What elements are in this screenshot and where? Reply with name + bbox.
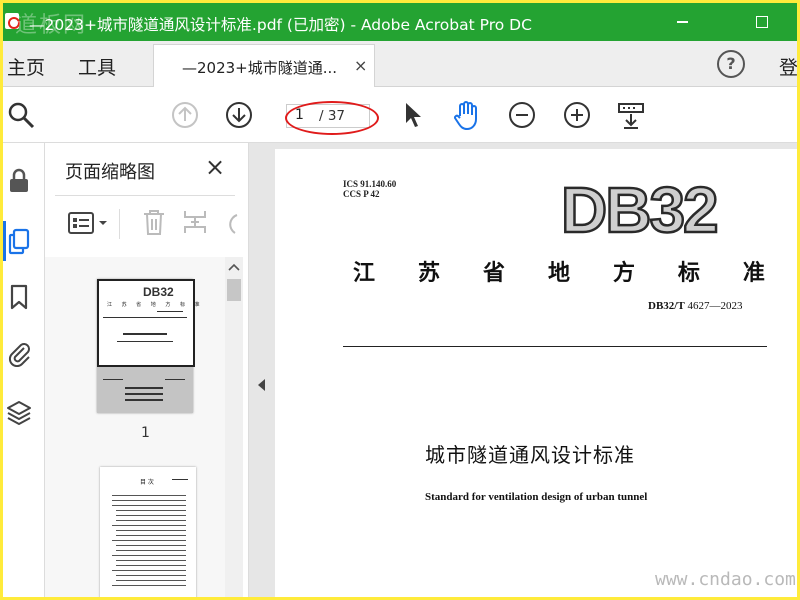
document-title-en: Standard for ventilation design of urban… [425, 491, 648, 503]
search-icon[interactable] [7, 101, 35, 129]
header-rule [343, 346, 767, 347]
thumb-line [116, 580, 186, 581]
close-tab-icon[interactable]: × [354, 56, 367, 75]
thumb-toc-title: 目 次 [140, 479, 154, 486]
thumb-line [112, 540, 186, 541]
heading-char: 方 [612, 260, 635, 286]
scroll-up-icon[interactable] [227, 261, 241, 273]
document-viewport[interactable]: ICS 91.140.60 CCS P 42 DB32 江 苏 省 地 方 标 … [249, 143, 797, 597]
thumbnail-panel: 页面缩略图 × DB32 江 苏 省 地 方 标 准 1 目 次 [45, 143, 249, 597]
zoom-out-icon[interactable] [508, 101, 536, 129]
layers-icon[interactable] [5, 399, 33, 427]
heading-char: 标 [677, 260, 700, 286]
thumb-line [116, 515, 186, 516]
thumb-line [112, 525, 186, 526]
zoom-in-icon[interactable] [563, 101, 591, 129]
thumb-line [112, 570, 186, 571]
thumb-line [112, 505, 186, 506]
heading-char: 地 [547, 260, 570, 286]
thumb-line [125, 387, 163, 389]
thumb-line [116, 520, 186, 521]
toolbar-divider [119, 209, 120, 239]
document-tab[interactable]: —2023+城市隧道通... × [153, 44, 375, 87]
thumb-line [112, 495, 186, 496]
select-tool-icon[interactable] [403, 101, 425, 129]
window-title: —2023+城市隧道通风设计标准.pdf (已加密) - Adobe Acrob… [29, 16, 532, 34]
thumb-line [116, 530, 186, 531]
thumb-footer [97, 367, 193, 413]
tab-bar: 主页 工具 —2023+城市隧道通... × ? 登 [3, 41, 797, 87]
pdf-page: ICS 91.140.60 CCS P 42 DB32 江 苏 省 地 方 标 … [275, 149, 797, 597]
thumb-line [165, 379, 185, 380]
thumb-line [125, 399, 163, 401]
delete-page-icon[interactable] [141, 207, 167, 237]
thumb-line [116, 575, 186, 576]
close-panel-icon[interactable]: × [205, 153, 225, 181]
tools-menu[interactable]: 工具 [78, 53, 116, 80]
left-rail [3, 143, 45, 597]
ics-code: ICS 91.140.60 CCS P 42 [343, 179, 396, 199]
ccs-line: CCS P 42 [343, 189, 380, 199]
highlight-annotation [285, 101, 379, 135]
title-bar: 道板网 —2023+城市隧道通风设计标准.pdf (已加密) - Adobe A… [3, 3, 797, 41]
page-thumbnail-label: 1 [141, 425, 150, 441]
app-window: 道板网 —2023+城市隧道通风设计标准.pdf (已加密) - Adobe A… [3, 3, 797, 597]
document-tab-label: —2023+城市隧道通... [182, 59, 338, 77]
scrollbar-thumb[interactable] [227, 279, 241, 301]
maximize-button[interactable] [739, 7, 785, 37]
pages-icon[interactable] [5, 227, 33, 255]
lock-icon[interactable] [5, 167, 33, 195]
insert-page-icon[interactable] [181, 207, 209, 237]
site-watermark: www.cndao.com [655, 569, 796, 590]
provincial-standard-heading: 江 苏 省 地 方 标 准 [353, 255, 765, 287]
collapse-panel-icon[interactable] [258, 379, 265, 391]
code-prefix: DB32/T [648, 300, 685, 312]
help-icon[interactable]: ? [717, 50, 745, 78]
thumb-line [116, 560, 186, 561]
attachment-icon[interactable] [5, 339, 33, 367]
thumbnail-list: DB32 江 苏 省 地 方 标 准 1 目 次 [45, 257, 225, 597]
hand-tool-icon[interactable] [451, 99, 483, 131]
thumb-line [116, 535, 186, 536]
document-title-cn: 城市隧道通风设计标准 [425, 443, 635, 467]
thumb-line [112, 555, 186, 556]
thumbnail-scrollbar[interactable] [225, 257, 243, 597]
page-thumbnail-selection [97, 279, 195, 367]
previous-page-icon[interactable] [171, 101, 199, 129]
heading-char: 江 [353, 260, 376, 286]
standard-code: DB32/T 4627—2023 [648, 300, 742, 312]
sign-in-button[interactable]: 登 [779, 53, 797, 80]
panel-title: 页面缩略图 [65, 162, 155, 183]
home-menu[interactable]: 主页 [7, 53, 45, 80]
thumb-line [116, 565, 186, 566]
thumb-line [125, 393, 163, 395]
page-thumbnail-2[interactable]: 目 次 [100, 467, 196, 597]
next-page-icon[interactable] [225, 101, 253, 129]
panel-divider [55, 195, 235, 196]
code-number: 4627—2023 [684, 300, 743, 312]
rotate-page-icon[interactable] [221, 209, 239, 237]
thumb-line [116, 510, 186, 511]
thumbnail-options-icon[interactable] [67, 209, 113, 237]
toolbar: 1 / 37 [3, 87, 797, 143]
thumb-line [103, 379, 123, 380]
heading-char: 省 [482, 260, 505, 286]
minimize-button[interactable] [659, 7, 705, 37]
heading-char: 准 [742, 260, 765, 286]
thumb-line [112, 585, 186, 586]
heading-char: 苏 [417, 260, 440, 286]
thumb-line [116, 550, 186, 551]
bookmark-icon[interactable] [5, 283, 33, 311]
ics-line: ICS 91.140.60 [343, 179, 397, 189]
page-fit-icon[interactable] [616, 101, 646, 131]
thumb-line [172, 479, 188, 480]
thumb-line [116, 545, 186, 546]
thumb-line [112, 500, 186, 501]
standard-logo: DB32 [560, 173, 720, 248]
